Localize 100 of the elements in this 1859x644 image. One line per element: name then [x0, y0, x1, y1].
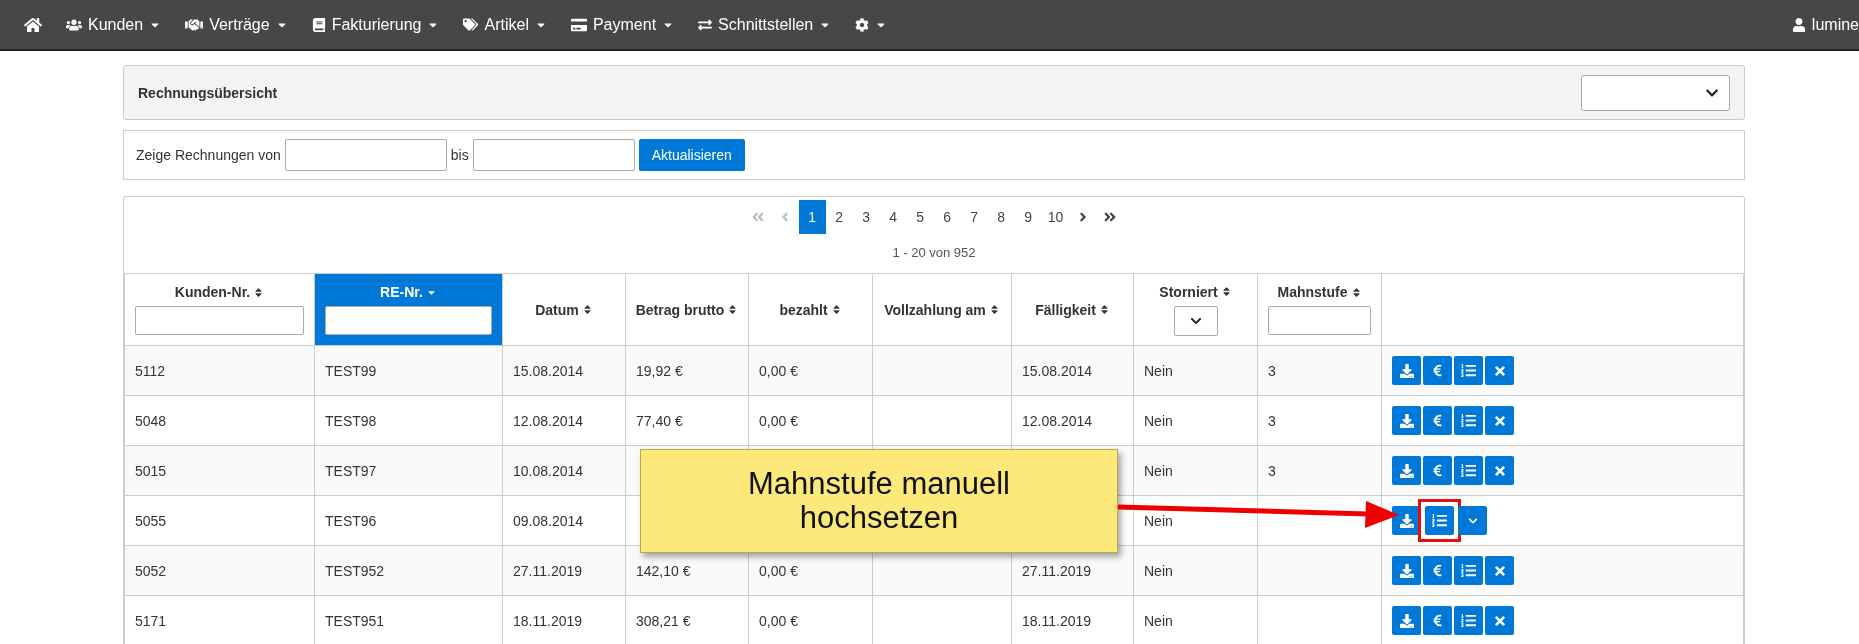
close-icon [1492, 413, 1507, 428]
table-cell: Nein [1144, 612, 1173, 629]
table-cell: 12.08.2014 [1022, 412, 1093, 429]
payment-button[interactable] [1423, 556, 1452, 585]
table-cell: TEST97 [325, 462, 377, 479]
download-icon [1399, 463, 1414, 478]
settings-icon [855, 17, 870, 32]
table-cell: 142,10 € [636, 562, 691, 579]
dunning-level-button[interactable] [1425, 506, 1454, 535]
pagination-link[interactable]: 10 [1041, 200, 1070, 234]
dunning-level-button[interactable] [1454, 456, 1483, 485]
delete-button[interactable] [1485, 556, 1514, 585]
delete-button[interactable] [1485, 406, 1514, 435]
filter-field[interactable] [325, 306, 492, 335]
table-cell: TEST99 [325, 362, 377, 379]
table-cell: Nein [1144, 362, 1173, 379]
table-cell: Nein [1144, 562, 1173, 579]
nav-menu-item[interactable]: Fakturierung [299, 0, 452, 49]
pagination-link[interactable]: 4 [879, 200, 907, 234]
table-cell: Nein [1144, 512, 1173, 529]
table-cell: Nein [1144, 462, 1173, 479]
home-icon [24, 15, 42, 34]
download-button[interactable] [1392, 456, 1421, 485]
payment-button[interactable] [1423, 606, 1452, 635]
payment-button[interactable] [1423, 456, 1452, 485]
column-header[interactable]: Betrag brutto [625, 273, 749, 346]
pagination-link[interactable]: 2 [825, 200, 853, 234]
table-cell: 3 [1268, 362, 1276, 379]
column-header[interactable]: Vollzahlung am [872, 273, 1012, 346]
column-header[interactable]: bezahlt [748, 273, 873, 346]
euro-icon [1431, 414, 1444, 427]
numbered-list-icon [1432, 513, 1447, 528]
date-from-field[interactable] [284, 139, 447, 171]
credit-card-icon [570, 16, 587, 33]
table-cell: 15.08.2014 [1022, 362, 1093, 379]
date-to-field[interactable] [472, 139, 635, 171]
table-cell: 19,92 € [636, 362, 683, 379]
column-header[interactable]: Datum [502, 273, 626, 346]
nav-menu-item[interactable]: Payment [558, 0, 687, 49]
pagination-link[interactable]: 9 [1014, 200, 1042, 234]
table-cell: Nein [1144, 412, 1173, 429]
view-select[interactable] [1581, 74, 1730, 111]
update-button[interactable]: Aktualisieren [638, 139, 745, 171]
table-cell: 5112 [135, 362, 166, 379]
pagination-link[interactable]: 5 [906, 200, 934, 234]
column-header[interactable]: RE-Nr. [314, 273, 503, 346]
dunning-level-button[interactable] [1454, 556, 1483, 585]
book-icon [311, 17, 326, 32]
pagination-link[interactable]: 6 [933, 200, 961, 234]
nav-menu-item[interactable]: Verträge [173, 0, 300, 49]
table-cell: 3 [1268, 412, 1276, 429]
delete-button[interactable] [1485, 356, 1514, 385]
sort-icon [581, 304, 593, 315]
filter-select[interactable] [1173, 305, 1218, 336]
nav-menu-item[interactable]: Schnittstellen [686, 0, 844, 49]
payment-button[interactable] [1423, 356, 1452, 385]
chevron-down-icon [1467, 515, 1478, 526]
nav-menu-item[interactable]: Kunden [54, 0, 174, 49]
table-cell: 0,00 € [759, 362, 798, 379]
double-left-icon [751, 210, 766, 224]
download-button[interactable] [1392, 606, 1421, 635]
pagination-link[interactable]: 1 [798, 200, 826, 234]
dunning-level-button[interactable] [1454, 356, 1483, 385]
table-cell: 09.08.2014 [513, 512, 584, 529]
payment-button[interactable] [1423, 406, 1452, 435]
numbered-list-icon [1461, 563, 1476, 578]
download-icon [1399, 613, 1414, 628]
column-header[interactable]: Mahnstufe [1257, 273, 1382, 346]
sort-icon [253, 286, 265, 298]
download-button[interactable] [1392, 406, 1421, 435]
table-cell: 5055 [135, 512, 167, 529]
user-menu[interactable]: lumine [1791, 15, 1859, 34]
sort-icon [727, 304, 739, 315]
dunning-level-button[interactable] [1454, 406, 1483, 435]
column-header[interactable]: Kunden-Nr. [124, 273, 315, 346]
tags-icon [463, 17, 479, 32]
download-button[interactable] [1392, 356, 1421, 385]
delete-button[interactable] [1485, 606, 1514, 635]
table-cell: TEST96 [325, 512, 377, 529]
pagination-link[interactable]: 7 [960, 200, 988, 234]
filter-field[interactable] [135, 306, 304, 335]
close-icon [1492, 613, 1507, 628]
nav-menu-item[interactable]: Artikel [451, 0, 559, 49]
table-cell: TEST952 [325, 562, 385, 579]
close-icon [1492, 463, 1507, 478]
pagination-link[interactable]: 8 [987, 200, 1015, 234]
dunning-level-button[interactable] [1454, 606, 1483, 635]
table-cell: 5015 [135, 462, 167, 479]
callout-note: Mahnstufe manuell hochsetzen [640, 449, 1118, 553]
filter-field[interactable] [1268, 306, 1371, 335]
sort-icon [830, 304, 842, 315]
close-icon [1492, 563, 1507, 578]
column-header[interactable]: Fälligkeit [1011, 273, 1134, 346]
pagination-link[interactable]: 3 [852, 200, 880, 234]
delete-button[interactable] [1485, 456, 1514, 485]
table-cell: 5052 [135, 562, 167, 579]
user-icon [1791, 17, 1806, 32]
table-cell: 18.11.2019 [513, 612, 583, 629]
column-header[interactable]: Storniert [1133, 273, 1258, 346]
download-button[interactable] [1392, 556, 1421, 585]
